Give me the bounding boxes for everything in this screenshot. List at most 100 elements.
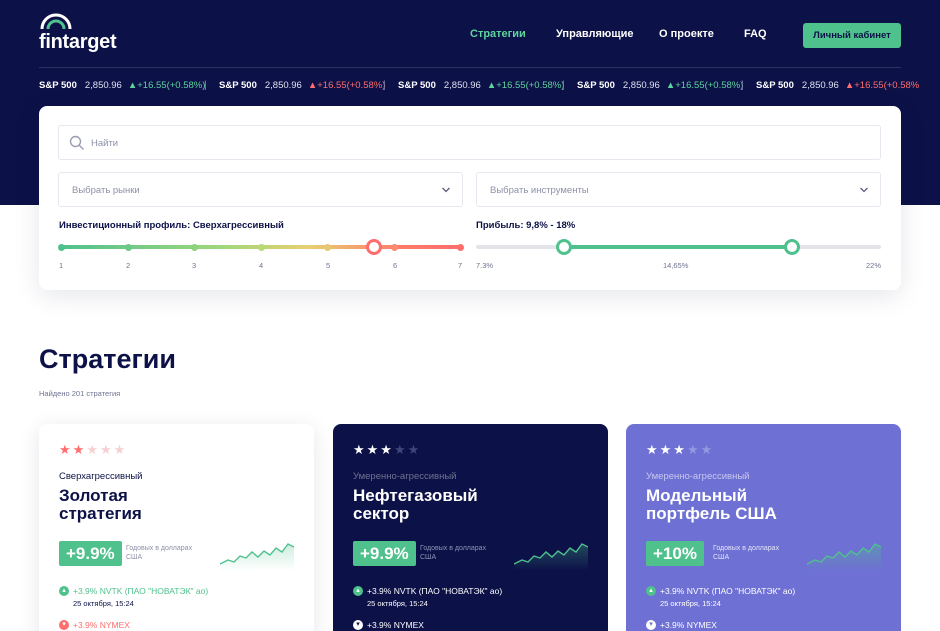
page-title: Стратегии xyxy=(39,344,176,374)
profit-label: Прибыль: 9,8% - 18% xyxy=(476,220,576,231)
return-label: Годовых в долларах США xyxy=(420,545,487,561)
profile-tick-label: 6 xyxy=(393,261,398,270)
filter-panel: Найти Выбрать рынки Выбрать инструменты … xyxy=(39,106,901,290)
search-icon xyxy=(69,135,84,150)
ticker-item: S&P 500 2,850.96 ▲+16.55(+0.58%) xyxy=(577,80,743,91)
position-date: 25 октября, 15:24 xyxy=(73,599,134,608)
ticker-value: 2,850.96 xyxy=(801,80,839,91)
ticker-value: 2,850.96 xyxy=(622,80,660,91)
instruments-placeholder: Выбрать инструменты xyxy=(490,185,589,196)
ticker-value: 2,850.96 xyxy=(443,80,481,91)
ticker-item: S&P 500 2,850.96 ▲+16.55(+0.58%) xyxy=(398,80,564,91)
ticker-item: S&P 500 2,850.96 ▲+16.55(+0.58%) xyxy=(219,80,385,91)
ticker-name: S&P 500 xyxy=(756,80,794,91)
ticker-name: S&P 500 xyxy=(398,80,436,91)
ticker-item: S&P 500 2,850.96 ▲+16.55(+0.58%) xyxy=(756,80,919,91)
profile-slider-handle[interactable] xyxy=(366,239,382,255)
profile-step-dot[interactable] xyxy=(125,243,132,251)
ticker-name: S&P 500 xyxy=(577,80,615,91)
logo[interactable]: fintarget xyxy=(39,13,119,53)
return-badge: +10% xyxy=(646,541,704,566)
position-date: 25 октября, 15:24 xyxy=(367,599,428,608)
profit-slider-range xyxy=(564,245,792,249)
profit-min-handle[interactable] xyxy=(556,239,572,255)
arrow-down-icon: ▾ xyxy=(646,620,656,630)
strategy-card[interactable]: ★★★★★ Умеренно-агрессивный Модельный порт… xyxy=(626,424,901,631)
logo-text: fintarget xyxy=(39,31,117,53)
nav-faq[interactable]: FAQ xyxy=(744,28,767,40)
profile-tick-label: 1 xyxy=(59,261,64,270)
sparkline-chart xyxy=(807,543,881,571)
strategy-card[interactable]: ★★★★★ Сверхагрессивный Золотая стратегия … xyxy=(39,424,314,631)
profile-step-dot[interactable] xyxy=(58,243,65,251)
nav-about[interactable]: О проекте xyxy=(659,28,714,40)
risk-profile: Умеренно-агрессивный xyxy=(353,471,457,482)
ticker-separator: | xyxy=(562,80,565,91)
results-count: Найдено 201 стратегия xyxy=(39,389,121,398)
profile-tick-label: 4 xyxy=(259,261,264,270)
ticker-value: 2,850.96 xyxy=(84,80,122,91)
ticker-item: S&P 500 2,850.96 ▲+16.55(+0.58%) xyxy=(39,80,205,91)
rating-stars: ★★★★★ xyxy=(353,442,422,457)
chevron-down-icon xyxy=(442,187,450,193)
position-text: +3.9% NYMEX xyxy=(73,620,130,630)
profile-tick-label: 2 xyxy=(126,261,131,270)
ticker: S&P 500 2,850.96 ▲+16.55(+0.58%) | S&P 500… xyxy=(39,80,919,94)
strategy-title: Золотая стратегия xyxy=(59,486,142,523)
position-text: +3.9% NYMEX xyxy=(660,620,717,630)
position-text: +3.9% NVTK (ПАО "НОВАТЭК" ао) xyxy=(367,586,503,596)
profit-tick-label: 22% xyxy=(866,261,882,270)
ticker-change-down: ▲+16.55(+0.58%) xyxy=(844,80,919,91)
arrow-up-icon: ▴ xyxy=(353,586,363,596)
profile-tick-label: 5 xyxy=(326,261,331,270)
arrow-up-icon: ▴ xyxy=(646,586,656,596)
ticker-value: 2,850.96 xyxy=(264,80,302,91)
search-input[interactable]: Найти xyxy=(58,125,881,160)
risk-profile: Сверхагрессивный xyxy=(59,471,143,482)
ticker-separator: | xyxy=(204,80,207,91)
sparkline-chart xyxy=(514,543,588,571)
markets-placeholder: Выбрать рынки xyxy=(72,185,140,196)
position-text: +3.9% NVTK (ПАО "НОВАТЭК" ао) xyxy=(73,586,209,596)
profile-tick-label: 7 xyxy=(458,261,463,270)
profile-step-dot[interactable] xyxy=(457,243,464,251)
profit-tick-label: 7.3% xyxy=(476,261,494,270)
return-badge: +9.9% xyxy=(59,541,122,566)
profile-label: Инвестиционный профиль: Сверхагрессивный xyxy=(59,220,284,231)
nav-managers[interactable]: Управляющие xyxy=(556,28,633,40)
chevron-down-icon xyxy=(860,187,868,193)
profile-step-dot[interactable] xyxy=(391,243,398,251)
logo-arc-icon xyxy=(40,13,72,29)
search-placeholder: Найти xyxy=(91,138,119,149)
ticker-change-up: ▲+16.55(+0.58%) xyxy=(665,80,744,91)
ticker-name: S&P 500 xyxy=(219,80,257,91)
markets-select[interactable]: Выбрать рынки xyxy=(58,172,463,207)
header-divider xyxy=(39,67,901,68)
position-text: +3.9% NYMEX xyxy=(367,620,424,630)
profile-tick-label: 3 xyxy=(192,261,197,270)
ticker-change-up: ▲+16.55(+0.58%) xyxy=(486,80,565,91)
risk-profile: Умеренно-агрессивный xyxy=(646,471,750,482)
profit-max-handle[interactable] xyxy=(784,239,800,255)
sparkline-chart xyxy=(220,543,294,571)
ticker-separator: | xyxy=(383,80,386,91)
position-text: +3.9% NVTK (ПАО "НОВАТЭК" ао) xyxy=(660,586,796,596)
cabinet-button[interactable]: Личный кабинет xyxy=(803,23,901,48)
profit-tick-label: 14,65% xyxy=(663,261,689,270)
arrow-up-icon: ▴ xyxy=(59,586,69,596)
instruments-select[interactable]: Выбрать инструменты xyxy=(476,172,881,207)
ticker-change-up: ▲+16.55(+0.58%) xyxy=(127,80,206,91)
return-label: Годовых в долларах США xyxy=(126,545,193,561)
profile-step-dot[interactable] xyxy=(258,243,265,251)
ticker-name: S&P 500 xyxy=(39,80,77,91)
profile-step-dot[interactable] xyxy=(191,243,198,251)
return-badge: +9.9% xyxy=(353,541,416,566)
strategy-card[interactable]: ★★★★★ Умеренно-агрессивный Нефтегазовый с… xyxy=(333,424,608,631)
ticker-separator: | xyxy=(741,80,744,91)
strategy-title: Нефтегазовый сектор xyxy=(353,486,478,523)
rating-stars: ★★★★★ xyxy=(59,442,128,457)
profile-step-dot[interactable] xyxy=(324,243,331,251)
strategy-title: Модельный портфель США xyxy=(646,486,777,523)
ticker-change-down: ▲+16.55(+0.58%) xyxy=(307,80,386,91)
nav-strategies[interactable]: Стратегии xyxy=(470,28,526,40)
